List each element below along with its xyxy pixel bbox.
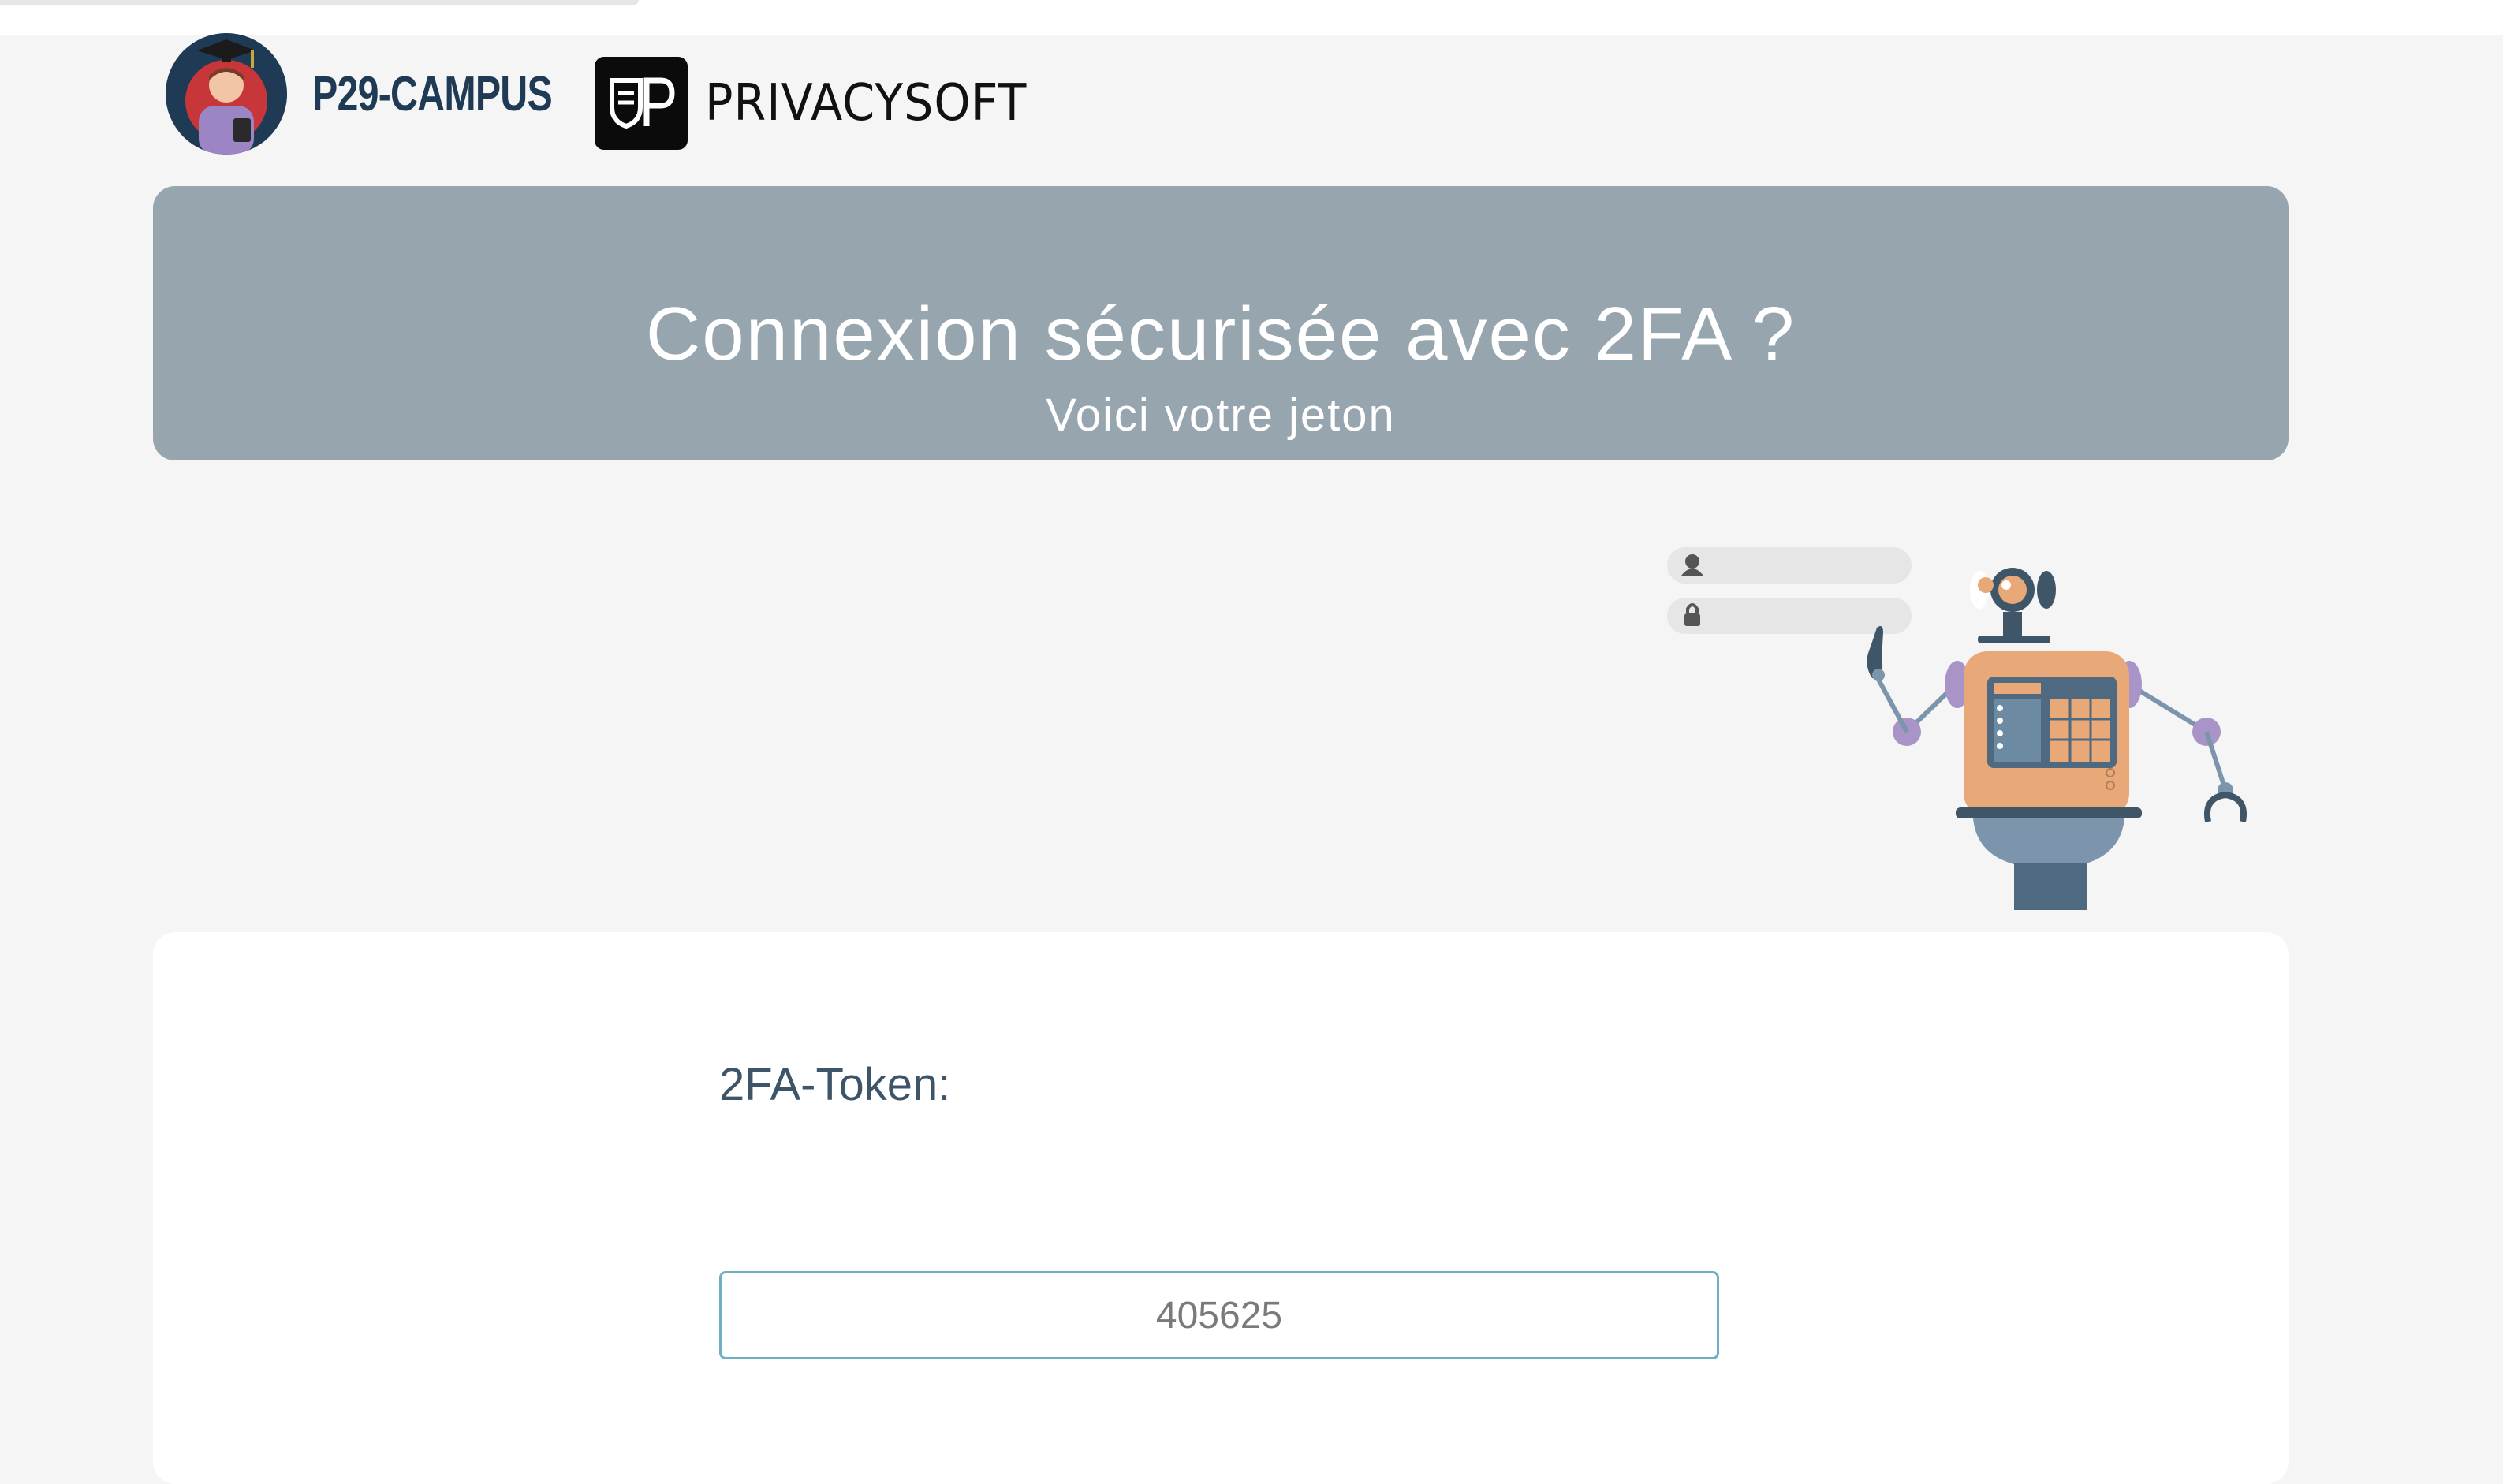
token-label: 2FA-Token: <box>719 1059 951 1110</box>
privacysoft-logo-text: PRIVACYSOFT <box>705 74 1028 132</box>
token-input[interactable] <box>719 1271 1719 1359</box>
robot-login-illustration <box>1656 536 2271 930</box>
tab-edge <box>0 0 639 5</box>
campus-logo-text: P29-CAMPUS <box>312 66 553 121</box>
title-banner: Connexion sécurisée avec 2FA ? Voici vot… <box>153 186 2289 460</box>
campus-logo[interactable]: P29-CAMPUS <box>166 33 620 155</box>
page-subtitle: Voici votre jeton <box>1046 390 1396 441</box>
privacysoft-mark-icon <box>595 57 688 150</box>
browser-top-strip <box>0 0 2503 35</box>
mock-username-field <box>1667 547 1912 584</box>
token-card <box>153 932 2289 1484</box>
mock-password-field <box>1667 598 1912 634</box>
page-title: Connexion sécurisée avec 2FA ? <box>645 292 1796 376</box>
privacysoft-logo[interactable]: PRIVACYSOFT <box>595 57 1055 150</box>
campus-avatar-icon <box>166 33 287 155</box>
